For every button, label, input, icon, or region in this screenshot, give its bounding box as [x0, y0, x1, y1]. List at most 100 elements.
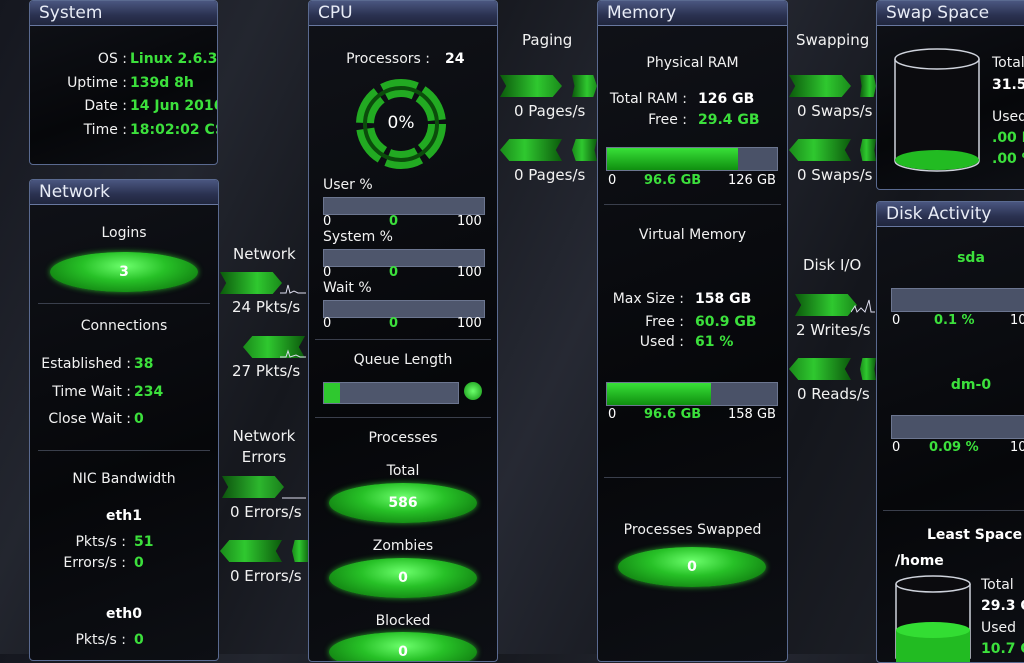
system-pct-label: System %	[323, 229, 393, 245]
user-max: 100	[457, 214, 482, 229]
virtual-free-value: 60.9 GB	[695, 314, 757, 330]
disk-total-label: Total	[981, 577, 1014, 593]
physical-max: 126 GB	[728, 173, 776, 188]
virtual-used-value: 61 %	[695, 334, 734, 350]
swapping-out-arrow-tail	[860, 139, 876, 161]
sda-bar	[891, 288, 1024, 312]
paging-in-rate: 0 Pages/s	[514, 102, 586, 120]
flow-network-title: Network	[233, 245, 296, 263]
uptime-value: 139d 8h	[130, 75, 194, 91]
divider	[315, 417, 491, 418]
total-ram-value: 126 GB	[698, 91, 755, 107]
virtual-min: 0	[608, 407, 617, 422]
swapping-in-arrow-tail	[860, 75, 876, 97]
swap-space-panel: Swap Space Total 31.5 Used .00 K .00 %	[876, 0, 1024, 190]
eth0-pkts-label: Pkts/s :	[75, 632, 126, 648]
virtual-used-label: Used :	[639, 334, 684, 350]
swap-space-title: Swap Space	[877, 1, 1024, 26]
sda-min: 0	[892, 313, 901, 328]
disk-cylinder	[895, 575, 971, 662]
total-processes-indicator: 586	[329, 483, 477, 523]
dm0-label: dm-0	[950, 377, 992, 393]
divider	[883, 510, 1024, 511]
network-errors-title: Network Errors	[232, 427, 296, 466]
divider	[604, 204, 781, 205]
system-title: System	[30, 1, 217, 26]
date-label: Date :	[84, 98, 127, 114]
processors-value: 24	[445, 51, 465, 67]
os-value: Linux 2.6.32-...	[130, 51, 218, 67]
swapping-in-rate: 0 Swaps/s	[797, 102, 873, 120]
closewait-label: Close Wait :	[48, 411, 131, 427]
network-title: Network	[30, 180, 218, 205]
virtual-max: 158 GB	[728, 407, 776, 422]
disk-used-value: 10.7 G	[981, 641, 1024, 657]
swapping-in-arrow	[789, 75, 851, 97]
paging-in-arrow-tail	[572, 75, 597, 97]
eth1-pkts-value: 51	[134, 534, 154, 550]
physical-min: 0	[608, 173, 617, 188]
cpu-panel: CPU Processors : 24 0% User % 0 0 100 Sy…	[308, 0, 498, 662]
queue-status-indicator	[464, 382, 482, 400]
total-processes-label: Total	[386, 463, 420, 479]
dm0-max: 10	[1010, 440, 1024, 455]
virtual-memory-label: Virtual Memory	[638, 227, 747, 243]
disk-read-rate: 0 Reads/s	[797, 385, 870, 403]
diskio-title: Disk I/O	[803, 256, 862, 274]
queue-length-bar	[323, 382, 459, 404]
mount-point: /home	[895, 553, 944, 569]
network-in-sparkline	[280, 284, 306, 294]
sda-max: 10	[1010, 313, 1024, 328]
system-max: 100	[457, 265, 482, 280]
timewait-value: 234	[134, 384, 164, 400]
sda-label: sda	[957, 250, 985, 266]
virtual-memory-bar	[606, 382, 778, 406]
wait-value: 0	[389, 316, 399, 331]
disk-read-arrow	[789, 358, 851, 380]
errors-in-arrow	[222, 476, 284, 498]
network-in-arrow	[220, 272, 282, 294]
disk-read-arrow-tail	[860, 358, 876, 380]
uptime-label: Uptime :	[67, 75, 127, 91]
disk-total-value: 29.3 G	[981, 598, 1024, 614]
user-value: 0	[389, 214, 399, 229]
system-value: 0	[389, 265, 399, 280]
swapping-out-arrow	[789, 139, 851, 161]
time-label: Time :	[83, 122, 127, 138]
network-out-sparkline	[280, 349, 306, 358]
max-size-value: 158 GB	[695, 291, 752, 307]
processes-swapped-indicator: 0	[618, 547, 766, 587]
errors-in-sparkline	[282, 497, 306, 499]
swap-used-label: Used	[992, 109, 1024, 125]
disk-activity-title: Disk Activity	[877, 202, 1024, 227]
errors-out-rate: 0 Errors/s	[230, 567, 302, 585]
errors-in-rate: 0 Errors/s	[230, 503, 302, 521]
blocked-label: Blocked	[375, 613, 431, 629]
queue-length-label: Queue Length	[353, 352, 453, 368]
disk-write-arrow	[795, 294, 857, 316]
established-value: 38	[134, 356, 154, 372]
swap-cylinder	[894, 48, 980, 172]
wait-max: 100	[457, 316, 482, 331]
paging-in-arrow	[500, 75, 562, 97]
system-min: 0	[323, 265, 332, 280]
nic-bandwidth-label: NIC Bandwidth	[72, 471, 176, 487]
eth1-label: eth1	[106, 508, 142, 524]
virtual-free-label: Free :	[645, 314, 684, 330]
paging-out-arrow	[500, 139, 562, 161]
network-in-rate: 24 Pkts/s	[232, 298, 301, 316]
total-ram-label: Total RAM :	[609, 91, 687, 107]
memory-title: Memory	[598, 1, 787, 26]
zombies-indicator: 0	[329, 558, 477, 598]
least-space-label: Least Space	[927, 527, 1023, 543]
max-size-label: Max Size :	[612, 291, 684, 307]
dm0-min: 0	[892, 440, 901, 455]
cpu-title: CPU	[309, 1, 497, 26]
user-label: User %	[323, 177, 373, 193]
network-out-rate: 27 Pkts/s	[232, 362, 301, 380]
dm0-value: 0.09 %	[929, 440, 979, 455]
logins-indicator: 3	[50, 252, 198, 292]
divider	[38, 450, 210, 451]
eth1-pkts-label: Pkts/s :	[75, 534, 126, 550]
swapping-title: Swapping	[796, 31, 870, 49]
